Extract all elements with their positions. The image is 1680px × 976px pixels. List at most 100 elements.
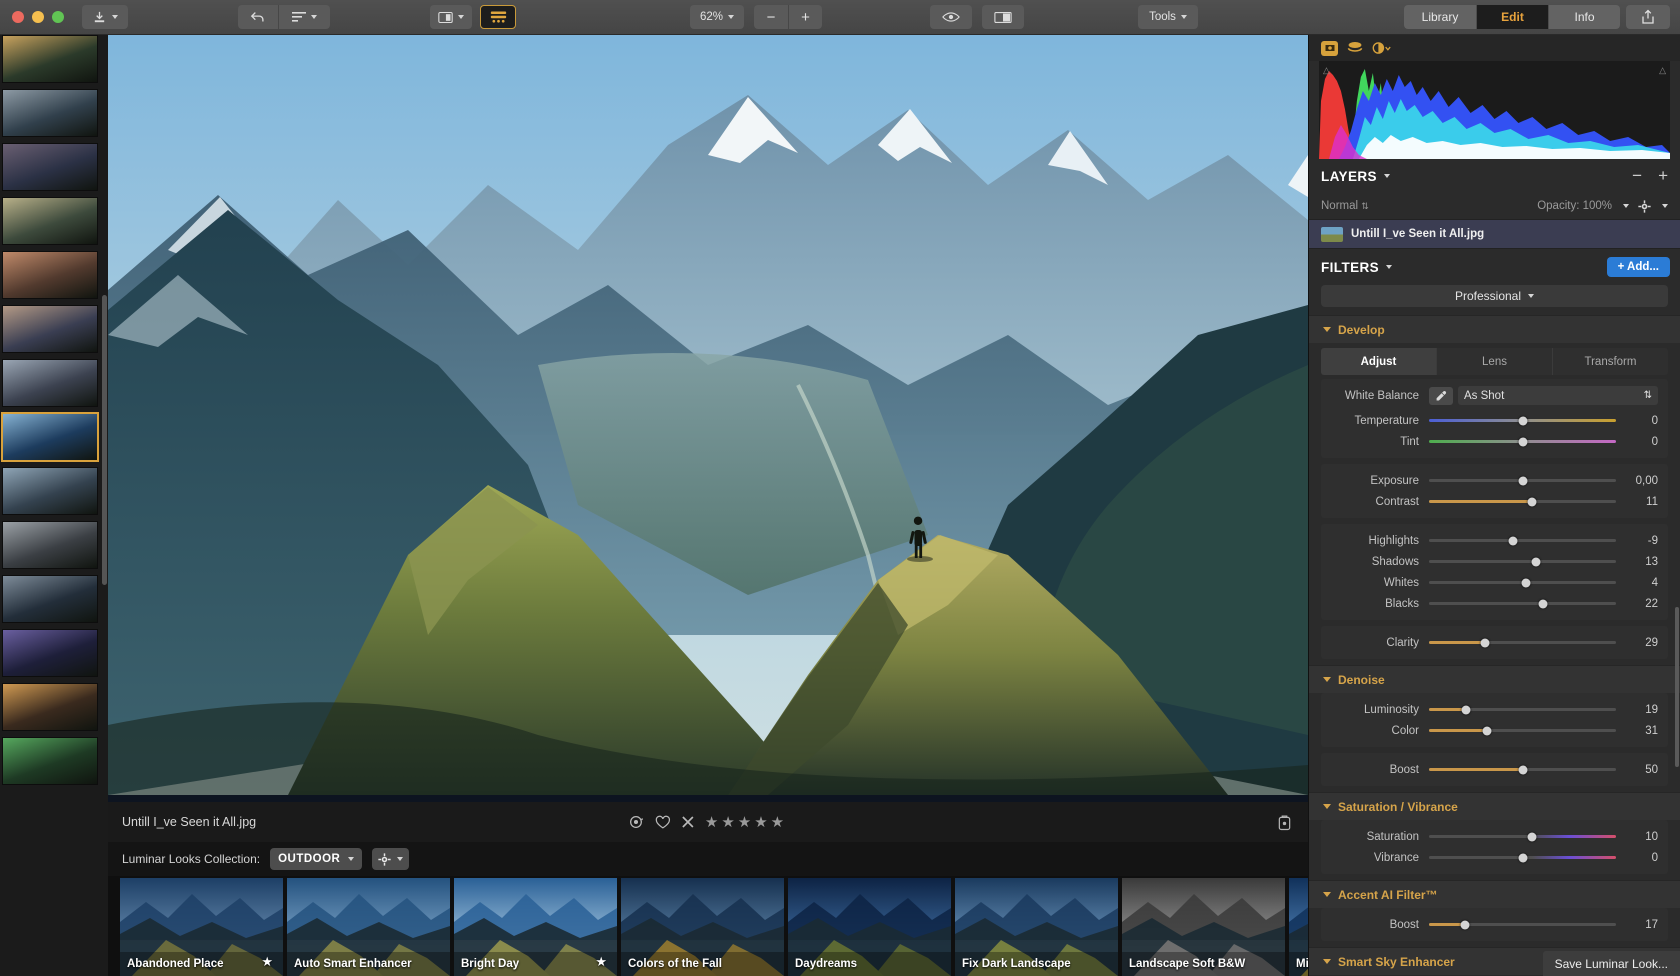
filmstrip[interactable] (0, 35, 108, 976)
slider-track[interactable] (1429, 768, 1616, 771)
compare-button[interactable] (982, 5, 1024, 29)
mode-library-button[interactable]: Library (1404, 5, 1476, 29)
luminar-looks-presets[interactable]: Abandoned Place★Auto Smart EnhancerBrigh… (108, 876, 1308, 976)
histogram-toolbar[interactable] (1309, 35, 1680, 61)
filter-section-header[interactable]: Saturation / Vibrance (1309, 792, 1680, 820)
slider-row[interactable]: Saturation10 (1321, 826, 1668, 847)
preset-thumbnail[interactable]: Misty Lan (1289, 878, 1308, 976)
mode-edit-button[interactable]: Edit (1476, 5, 1548, 29)
looks-collection-select[interactable]: OUTDOOR (270, 848, 362, 870)
slider-track[interactable] (1429, 835, 1616, 838)
layer-row[interactable]: Untill I_ve Seen it All.jpg (1309, 219, 1680, 249)
slider-row[interactable]: Tint0 (1321, 431, 1668, 452)
filmstrip-thumbnail[interactable] (2, 737, 98, 785)
filters-scroll-area[interactable]: DevelopAdjustLensTransformWhite BalanceA… (1309, 315, 1680, 976)
opacity-control[interactable]: Opacity: 100% (1537, 200, 1612, 212)
clipping-toggle-icon[interactable] (1372, 41, 1392, 55)
filter-section-header[interactable]: Accent AI Filter™ (1309, 880, 1680, 908)
remove-layer-button[interactable]: − (1632, 166, 1642, 186)
select-arrows-icon[interactable]: ⇅ (1644, 390, 1652, 401)
filmstrip-thumbnail[interactable] (2, 413, 98, 461)
tab-adjust[interactable]: Adjust (1321, 348, 1436, 375)
preview-button[interactable] (930, 5, 972, 29)
disclosure-triangle-icon[interactable] (1323, 959, 1331, 964)
mode-info-button[interactable]: Info (1548, 5, 1620, 29)
zoom-out-button[interactable]: − (754, 5, 788, 29)
tab-transform[interactable]: Transform (1552, 348, 1668, 375)
slider-knob[interactable] (1531, 557, 1540, 566)
star-rating[interactable]: ★★★★★ (705, 813, 787, 831)
filmstrip-thumbnail[interactable] (2, 89, 98, 137)
add-filter-button[interactable]: + Add... (1607, 257, 1670, 277)
slider-row[interactable]: Whites4 (1321, 572, 1668, 593)
slider-track[interactable] (1429, 560, 1616, 563)
reject-x-icon[interactable] (681, 815, 695, 829)
slider-track[interactable] (1429, 602, 1616, 605)
filmstrip-thumbnail[interactable] (2, 629, 98, 677)
filmstrip-thumbnail[interactable] (2, 683, 98, 731)
preset-thumbnail[interactable]: Landscape Soft B&W (1122, 878, 1285, 976)
slider-knob[interactable] (1518, 853, 1527, 862)
slider-row[interactable]: Luminosity19 (1321, 699, 1668, 720)
slider-knob[interactable] (1518, 416, 1527, 425)
preset-thumbnail[interactable]: Auto Smart Enhancer (287, 878, 450, 976)
slider-track[interactable] (1429, 641, 1616, 644)
preset-favorite-star-icon[interactable]: ★ (261, 954, 273, 970)
preset-thumbnail[interactable]: Colors of the Fall (621, 878, 784, 976)
looks-settings-button[interactable] (372, 848, 409, 870)
filmstrip-thumbnail[interactable] (2, 143, 98, 191)
filmstrip-thumbnail[interactable] (2, 359, 98, 407)
slider-row[interactable]: Boost50 (1321, 759, 1668, 780)
filters-scrollbar[interactable] (1675, 607, 1679, 767)
slider-track[interactable] (1429, 856, 1616, 859)
shadow-clip-warning-icon[interactable]: △ (1323, 65, 1330, 76)
slider-track[interactable] (1429, 419, 1616, 422)
slider-row[interactable]: Shadows13 (1321, 551, 1668, 572)
save-luminar-look-button[interactable]: Save Luminar Look... (1543, 951, 1680, 976)
undo-button[interactable] (238, 5, 278, 29)
tools-button[interactable]: Tools (1138, 5, 1198, 29)
slider-track[interactable] (1429, 479, 1616, 482)
white-balance-select[interactable]: As Shot⇅ (1458, 386, 1658, 405)
slider-row[interactable]: Blacks22 (1321, 593, 1668, 614)
rating-controls[interactable]: ★★★★★ (629, 813, 787, 831)
export-button[interactable] (82, 5, 128, 29)
slider-track[interactable] (1429, 500, 1616, 503)
window-controls[interactable] (0, 11, 64, 23)
blend-mode-select[interactable]: Normal ⇅ (1321, 200, 1369, 212)
filmstrip-thumbnail[interactable] (2, 575, 98, 623)
add-layer-button[interactable]: + (1658, 166, 1668, 186)
tab-lens[interactable]: Lens (1436, 348, 1552, 375)
sort-button[interactable] (278, 5, 330, 29)
slider-knob[interactable] (1509, 536, 1518, 545)
zoom-level-button[interactable]: 62% (690, 5, 744, 29)
filmstrip-thumbnail[interactable] (2, 251, 98, 299)
slider-track[interactable] (1429, 729, 1616, 732)
slider-knob[interactable] (1462, 705, 1471, 714)
filters-title-group[interactable]: FILTERS (1321, 260, 1392, 275)
filmstrip-thumbnail[interactable] (2, 521, 98, 569)
slider-track[interactable] (1429, 708, 1616, 711)
slider-row[interactable]: Clarity29 (1321, 632, 1668, 653)
layer-settings-gear-icon[interactable] (1638, 200, 1651, 213)
slider-row[interactable]: Boost17 (1321, 914, 1668, 935)
disclosure-triangle-icon[interactable] (1323, 327, 1331, 332)
preset-favorite-star-icon[interactable]: ★ (595, 954, 607, 970)
maximize-window-button[interactable] (52, 11, 64, 23)
filmstrip-thumbnail[interactable] (2, 305, 98, 353)
slider-knob[interactable] (1527, 497, 1536, 506)
filter-profile-select[interactable]: Professional (1321, 285, 1668, 307)
filter-section-header[interactable]: Denoise (1309, 665, 1680, 693)
layers-stack-icon[interactable] (1347, 41, 1363, 55)
chevron-down-icon[interactable] (1384, 174, 1390, 178)
slider-track[interactable] (1429, 440, 1616, 443)
preset-thumbnail[interactable]: Abandoned Place★ (120, 878, 283, 976)
slider-track[interactable] (1429, 923, 1616, 926)
filter-section-header[interactable]: Develop (1309, 315, 1680, 343)
chevron-down-icon[interactable] (1386, 265, 1392, 269)
slider-row[interactable]: Exposure0,00 (1321, 470, 1668, 491)
slider-knob[interactable] (1518, 437, 1527, 446)
slider-knob[interactable] (1482, 726, 1491, 735)
develop-tabs[interactable]: AdjustLensTransform (1321, 348, 1668, 375)
slider-knob[interactable] (1460, 920, 1469, 929)
